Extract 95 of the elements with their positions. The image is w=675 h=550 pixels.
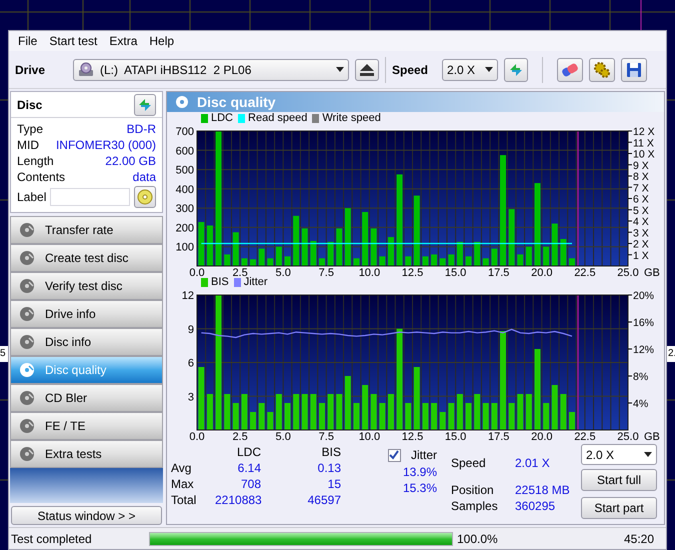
y-axis-label: 10 X (633, 148, 655, 160)
y-axis-label: 3 (188, 391, 194, 404)
y-axis-label: 6 X (633, 194, 649, 206)
x-axis-label: 7.5 (318, 267, 334, 276)
field-label: Length (17, 153, 54, 169)
field-value: 22.00 GB (105, 153, 156, 169)
drive-label: Drive (15, 62, 46, 78)
y-axis-label: 9 (188, 324, 194, 336)
row-label: Max (171, 476, 195, 492)
y-axis-label: 5 X (633, 204, 649, 217)
y-axis-label: 100 (176, 242, 194, 254)
legend-label: BIS (211, 276, 229, 289)
y-axis-label: 1 X (633, 250, 649, 262)
y-axis-label: 11 X (633, 137, 654, 150)
stat-value: 708 (240, 476, 261, 492)
y-axis-label: 7 X (633, 182, 649, 194)
x-axis-label: 0.0 (189, 431, 205, 440)
info-label: Samples (451, 498, 499, 513)
info-value: 360295 (515, 498, 556, 513)
column-header: LDC (236, 444, 261, 460)
y-axis-label: 4 X (633, 216, 649, 228)
field-label: MID (17, 137, 39, 153)
x-axis-unit: GB (644, 431, 660, 440)
background-text: 5 (0, 346, 8, 362)
field-value: BD-R (126, 121, 156, 137)
x-axis-label: 10.0 (358, 267, 380, 276)
info-label: Position (451, 482, 495, 497)
panel-header: Disc quality (167, 92, 664, 112)
legend-label: LDC (211, 112, 234, 125)
legend-label: Write speed (322, 112, 381, 125)
field-label: Type (17, 121, 44, 137)
x-axis-label: 0.0 (189, 267, 205, 276)
x-axis-label: 12.5 (402, 431, 424, 440)
y-axis-label: 400 (176, 184, 194, 196)
disc-title: Disc (17, 96, 42, 114)
y-axis-label: 6 (188, 358, 194, 370)
x-axis-label: 15.0 (444, 431, 466, 440)
y-axis-label: 500 (176, 164, 194, 177)
column-header: BIS (320, 444, 341, 460)
stat-value: 46597 (306, 492, 341, 508)
x-axis-label: 15.0 (444, 267, 466, 276)
status-message: Test completed (10, 530, 93, 548)
row-label: Avg (171, 460, 192, 476)
y-axis-label: 8% (633, 371, 648, 383)
x-axis-label: 10.0 (358, 431, 380, 440)
y-axis-label: 200 (176, 222, 194, 234)
jitter-label: Jitter (410, 447, 437, 463)
y-axis-label: 16% (633, 317, 654, 329)
x-axis-label: 25.0 (617, 267, 639, 276)
x-axis-label: 25.0 (617, 431, 639, 440)
field-label: Contents (17, 169, 66, 185)
y-axis-label: 300 (176, 203, 194, 216)
x-axis-label: 20.0 (531, 267, 552, 276)
x-axis-label: 22.5 (574, 267, 596, 276)
stat-value: 13.9% (402, 464, 437, 480)
field-value: INFOMER30 (000) (56, 137, 156, 153)
x-axis-label: 17.5 (488, 267, 510, 276)
x-axis-label: 22.5 (574, 431, 596, 440)
info-value: 22518 MB (515, 482, 567, 497)
x-axis-label: 12.5 (402, 267, 424, 276)
info-label: Speed (451, 455, 487, 472)
y-axis-label: 4% (633, 398, 648, 410)
x-axis-unit: GB (644, 267, 660, 276)
x-axis-label: 2.5 (232, 267, 248, 276)
info-value: 2.01 X (515, 455, 551, 472)
y-axis-label: 12% (633, 344, 654, 356)
y-axis-label: 3 X (633, 227, 649, 240)
legend-label: Jitter (244, 276, 268, 289)
x-axis-label: 2.5 (232, 431, 248, 440)
stat-value: 6.14 (236, 460, 261, 476)
legend-label: Read speed (248, 112, 308, 125)
y-axis-label: 9 X (633, 160, 649, 172)
y-axis-label: 12 X (633, 126, 655, 138)
row-label: Total (171, 492, 198, 508)
x-axis-label: 20.0 (531, 431, 552, 440)
progress-percent: 100.0% (456, 530, 499, 548)
y-axis-label: 700 (176, 126, 194, 138)
y-axis-label: 2 X (633, 238, 649, 250)
y-axis-label: 20% (633, 290, 654, 302)
speed-label: Speed (392, 62, 428, 78)
x-axis-label: 7.5 (318, 431, 334, 440)
stat-value: 15.3% (402, 480, 437, 496)
field-value: data (132, 169, 156, 185)
x-axis-label: 17.5 (488, 431, 510, 440)
stat-value: 15 (326, 476, 341, 492)
stat-value: 2210883 (215, 492, 261, 508)
field-label: Label (17, 189, 46, 206)
background-text: 2. (667, 346, 675, 362)
y-axis-label: 12 (182, 290, 194, 302)
stat-value: 0.13 (316, 460, 341, 476)
x-axis-label: 5.0 (276, 431, 291, 440)
y-axis-label: 600 (176, 145, 194, 158)
x-axis-label: 5.0 (276, 267, 291, 276)
elapsed-time: 45:20 (622, 530, 655, 548)
y-axis-label: 8 X (633, 171, 649, 183)
